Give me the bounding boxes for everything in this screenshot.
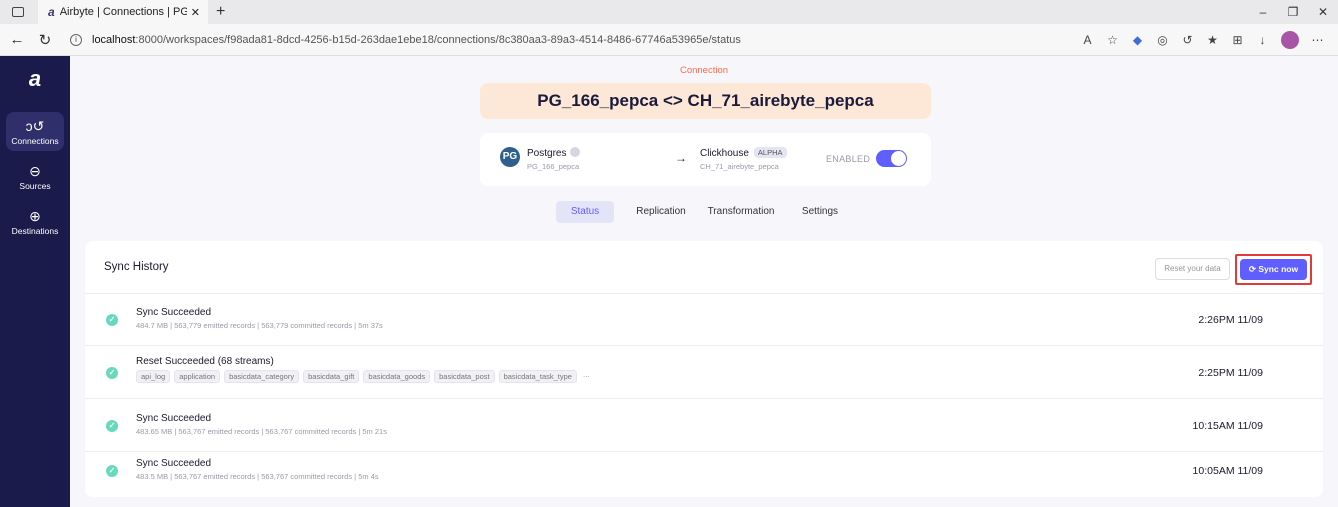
sidebar-item-sources[interactable]: ⊖ Sources xyxy=(6,157,64,196)
stream-chip: api_log xyxy=(136,370,171,383)
tab-title: Airbyte | Connections | PG_166_p xyxy=(59,6,187,18)
destinations-icon: ⊕ xyxy=(29,208,41,224)
success-check-icon: ✓ xyxy=(106,420,118,432)
favorites-icon[interactable]: ★ xyxy=(1200,33,1225,47)
screenshot-icon[interactable]: ◎ xyxy=(1150,33,1175,47)
row-title: Sync Succeeded xyxy=(136,458,212,469)
window-close-icon[interactable]: ✕ xyxy=(1308,5,1338,19)
row-time: 2:25PM 11/09 xyxy=(1198,367,1263,379)
site-info-icon[interactable]: i xyxy=(70,33,82,46)
back-icon[interactable]: ← xyxy=(6,31,28,48)
sidebar-item-label: Connections xyxy=(11,136,59,146)
browser-toolbar: A ☆ ◆ ◎ ↺ ★ ⊞ ↓ ⋯ xyxy=(1075,30,1330,49)
row-time: 10:15AM 11/09 xyxy=(1192,420,1263,432)
page-title: PG_166_pepca <> CH_71_airebyte_pepca xyxy=(480,83,931,119)
destination-name: Clickhouse xyxy=(700,148,749,159)
source-check-icon xyxy=(570,147,581,157)
extension-icon[interactable]: ◆ xyxy=(1125,33,1150,47)
connection-tabs: Status Replication Transformation Settin… xyxy=(70,201,1338,223)
tab-settings[interactable]: Settings xyxy=(794,201,846,223)
success-check-icon: ✓ xyxy=(106,314,118,326)
new-tab-icon[interactable]: + xyxy=(216,3,225,21)
list-item[interactable]: ✓ Sync Succeeded 483.5 MB | 563,767 emit… xyxy=(85,445,1323,497)
downloads-icon[interactable]: ↓ xyxy=(1250,33,1275,47)
stream-chip: application xyxy=(174,370,221,383)
sidebar: a ↄ↺ Connections ⊖ Sources ⊕ Destination… xyxy=(0,56,70,507)
tab-actions-icon[interactable] xyxy=(12,7,24,17)
profile-avatar[interactable] xyxy=(1281,30,1299,49)
favorite-star-icon[interactable]: ☆ xyxy=(1100,33,1125,47)
restore-icon[interactable]: ❐ xyxy=(1278,5,1308,19)
enabled-toggle[interactable] xyxy=(876,150,907,167)
sync-history-title: Sync History xyxy=(104,261,169,273)
url-path: :8000/workspaces/f98ada81-8dcd-4256-b15d… xyxy=(135,33,741,46)
tab-close-icon[interactable]: ✕ xyxy=(191,6,200,19)
read-aloud-icon[interactable]: A xyxy=(1075,33,1100,47)
stream-chip: basicdata_gift xyxy=(303,370,360,383)
toggle-knob xyxy=(891,151,906,166)
success-check-icon: ✓ xyxy=(106,367,118,379)
url-host: localhost xyxy=(92,33,136,46)
browser-tab[interactable]: a Airbyte | Connections | PG_166_p ✕ xyxy=(38,0,208,24)
row-title: Reset Succeeded (68 streams) xyxy=(136,356,274,367)
url-field[interactable]: i localhost :8000/workspaces/f98ada81-8d… xyxy=(70,33,1075,46)
list-item[interactable]: ✓ Sync Succeeded 484.7 MB | 563,779 emit… xyxy=(85,294,1323,346)
tab-replication[interactable]: Replication xyxy=(628,201,694,223)
sync-history-header: Sync History Reset your data ⟳ Sync now xyxy=(85,241,1323,294)
row-sub: 483.5 MB | 563,767 emitted records | 563… xyxy=(136,472,379,481)
row-sub: 483.65 MB | 563,767 emitted records | 56… xyxy=(136,427,387,436)
sidebar-item-label: Destinations xyxy=(11,226,59,236)
sync-history-card: Sync History Reset your data ⟳ Sync now … xyxy=(85,241,1323,497)
row-title: Sync Succeeded xyxy=(136,307,212,318)
tab-status[interactable]: Status xyxy=(556,201,614,223)
minimize-icon[interactable]: – xyxy=(1248,5,1278,19)
reset-data-button[interactable]: Reset your data xyxy=(1155,258,1230,280)
alpha-badge: ALPHA xyxy=(753,147,787,158)
window-controls: – ❐ ✕ xyxy=(1248,0,1338,24)
more-streams: ... xyxy=(582,370,590,379)
sync-icon: ⟳ xyxy=(1248,264,1259,274)
section-label: Connection xyxy=(679,65,729,76)
source-name-row[interactable]: Postgres xyxy=(527,147,581,159)
row-time: 2:26PM 11/09 xyxy=(1198,314,1263,326)
address-bar: ← ↻ i localhost :8000/workspaces/f98ada8… xyxy=(0,24,1338,56)
stream-chip: basicdata_goods xyxy=(363,370,431,383)
connection-summary-card: PG Postgres PG_166_pepca → Clickhouse ALP… xyxy=(480,133,931,186)
destination-name-row[interactable]: Clickhouse ALPHA xyxy=(700,147,787,159)
airbyte-logo[interactable]: a xyxy=(0,66,70,106)
stream-chips: api_log application basicdata_category b… xyxy=(136,370,590,383)
row-sub: 484.7 MB | 563,779 emitted records | 563… xyxy=(136,321,383,330)
row-title: Sync Succeeded xyxy=(136,413,212,424)
more-menu-icon[interactable]: ⋯ xyxy=(1305,33,1330,47)
connections-icon: ↄ↺ xyxy=(25,118,45,134)
collections-icon[interactable]: ⊞ xyxy=(1225,33,1250,47)
browser-tab-bar: a Airbyte | Connections | PG_166_p ✕ + –… xyxy=(0,0,1338,24)
stream-chip: basicdata_post xyxy=(434,370,495,383)
airbyte-favicon-icon: a xyxy=(48,5,55,19)
refresh-extension-icon[interactable]: ↺ xyxy=(1175,33,1200,47)
arrow-right-icon: → xyxy=(675,151,687,165)
tab-transformation[interactable]: Transformation xyxy=(700,201,782,223)
source-sub: PG_166_pepca xyxy=(527,162,580,171)
postgres-icon: PG xyxy=(500,147,520,167)
source-name: Postgres xyxy=(527,148,567,159)
main-content: Connection PG_166_pepca <> CH_71_airebyt… xyxy=(70,56,1338,507)
sidebar-item-label: Sources xyxy=(19,181,51,191)
sidebar-item-connections[interactable]: ↄ↺ Connections xyxy=(6,112,64,151)
sync-now-label: Sync now xyxy=(1258,264,1299,274)
stream-chip: basicdata_task_type xyxy=(498,370,577,383)
row-time: 10:05AM 11/09 xyxy=(1192,465,1263,477)
sync-now-highlight: ⟳ Sync now xyxy=(1235,254,1312,285)
stream-chip: basicdata_category xyxy=(224,370,300,383)
enabled-label: ENABLED xyxy=(826,154,871,164)
sync-now-button[interactable]: ⟳ Sync now xyxy=(1240,259,1307,280)
refresh-icon[interactable]: ↻ xyxy=(34,31,56,49)
list-item[interactable]: ✓ Reset Succeeded (68 streams) api_log a… xyxy=(85,347,1323,399)
sources-icon: ⊖ xyxy=(29,163,41,179)
destination-sub: CH_71_airebyte_pepca xyxy=(700,162,779,171)
sidebar-item-destinations[interactable]: ⊕ Destinations xyxy=(6,202,64,241)
success-check-icon: ✓ xyxy=(106,465,118,477)
